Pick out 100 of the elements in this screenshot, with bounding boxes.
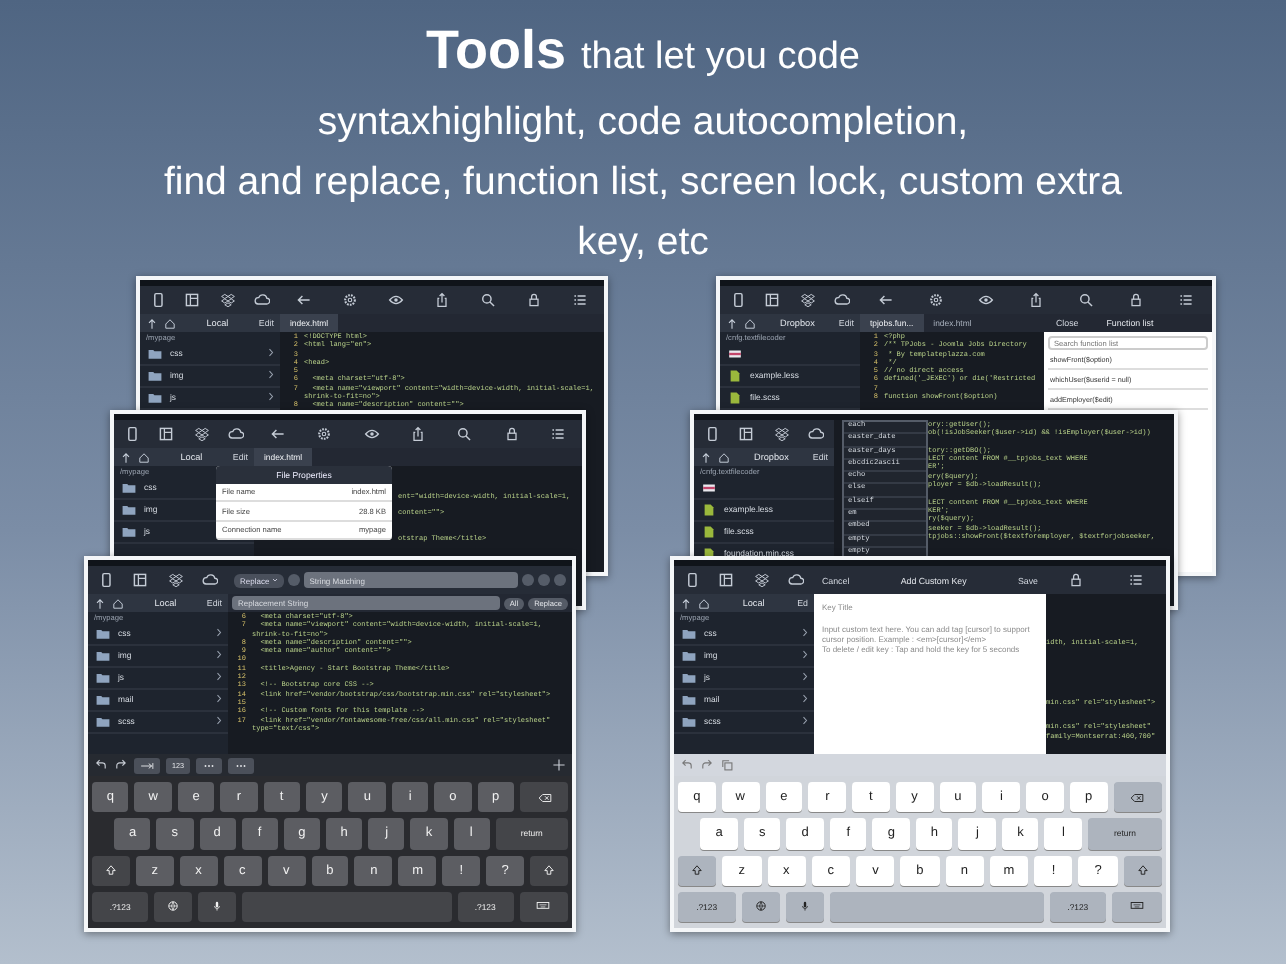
- layout-icon[interactable]: [764, 292, 781, 308]
- headline-line: syntaxhighlight, code autocompletion,: [315, 98, 971, 148]
- lock-icon[interactable]: [526, 292, 543, 308]
- share-icon[interactable]: [1027, 292, 1044, 308]
- up-arrow-icon[interactable]: [726, 317, 738, 329]
- chevron-icon: [268, 370, 274, 380]
- cloud-icon[interactable]: [788, 572, 805, 588]
- chevron-icon: [802, 672, 808, 682]
- home-icon[interactable]: [718, 451, 730, 463]
- lock-icon[interactable]: [503, 426, 520, 442]
- tablet-icon[interactable]: [683, 572, 700, 588]
- cloud-icon[interactable]: [834, 292, 851, 308]
- menu-icon[interactable]: [550, 426, 567, 442]
- symbol-key[interactable]: [228, 757, 254, 773]
- back-arrow-icon[interactable]: [295, 292, 312, 308]
- tab-arrow-icon: [140, 761, 154, 769]
- chevron-icon: [216, 694, 222, 704]
- menu-icon[interactable]: [1128, 572, 1144, 588]
- menu-icon[interactable]: [572, 292, 589, 308]
- back-arrow-icon[interactable]: [269, 426, 286, 442]
- lock-icon[interactable]: [1068, 572, 1084, 588]
- chevron-icon: [268, 392, 274, 402]
- microphone-key[interactable]: [197, 891, 236, 922]
- shift-icon: [1135, 864, 1150, 877]
- chevron-icon: [216, 628, 222, 638]
- cloud-icon[interactable]: [202, 572, 219, 588]
- tablet-icon[interactable]: [97, 572, 114, 588]
- diamonds-icon[interactable]: [753, 572, 770, 588]
- diamonds-icon[interactable]: [167, 572, 184, 588]
- globe-key[interactable]: [741, 891, 780, 922]
- keyboard-icon: [536, 900, 551, 913]
- cloud-icon[interactable]: [254, 292, 271, 308]
- microphone-icon: [797, 900, 812, 913]
- chevron-icon: [802, 694, 808, 704]
- shift-icon: [103, 864, 118, 877]
- shift-key[interactable]: [92, 855, 130, 886]
- settings-icon[interactable]: [316, 426, 333, 442]
- diamonds-icon[interactable]: [799, 292, 816, 308]
- globe-icon: [753, 900, 768, 913]
- delete-key[interactable]: [1113, 782, 1163, 813]
- shift-key[interactable]: [678, 855, 717, 886]
- globe-key[interactable]: [154, 891, 192, 922]
- home-icon[interactable]: [112, 597, 124, 609]
- chevron-icon: [216, 650, 222, 660]
- shift-key[interactable]: [530, 855, 568, 886]
- shift-key[interactable]: [1123, 855, 1162, 886]
- chevron-icon: [802, 716, 808, 726]
- search-icon[interactable]: [456, 426, 473, 442]
- chevron-icon: [216, 672, 222, 682]
- chevron-icon: [802, 650, 808, 660]
- up-arrow-icon[interactable]: [146, 317, 158, 329]
- home-icon[interactable]: [164, 317, 176, 329]
- headline-line: find and replace, function list, screen lock, custom extra: [161, 158, 1125, 208]
- layout-icon[interactable]: [718, 572, 735, 588]
- home-icon[interactable]: [744, 317, 756, 329]
- diamonds-icon[interactable]: [773, 426, 790, 442]
- up-arrow-icon[interactable]: [94, 597, 106, 609]
- layout-icon[interactable]: [158, 426, 175, 442]
- globe-icon: [165, 900, 180, 913]
- menu-icon[interactable]: [1178, 292, 1195, 308]
- eye-icon[interactable]: [363, 426, 380, 442]
- settings-icon[interactable]: [927, 292, 944, 308]
- up-arrow-icon[interactable]: [120, 451, 132, 463]
- add-icon[interactable]: [552, 758, 566, 772]
- share-icon[interactable]: [433, 292, 450, 308]
- symbol-key[interactable]: [196, 757, 222, 773]
- layout-icon[interactable]: [132, 572, 149, 588]
- tab-key[interactable]: [134, 757, 160, 773]
- tablet-icon[interactable]: [703, 426, 720, 442]
- up-arrow-icon[interactable]: [700, 451, 712, 463]
- eye-icon[interactable]: [977, 292, 994, 308]
- search-icon[interactable]: [1078, 292, 1095, 308]
- cloud-icon[interactable]: [228, 426, 245, 442]
- chevron-icon: [268, 348, 274, 358]
- tablet-icon[interactable]: [149, 292, 166, 308]
- delete-key[interactable]: [520, 782, 568, 813]
- settings-icon[interactable]: [341, 292, 358, 308]
- home-icon[interactable]: [138, 451, 150, 463]
- lock-icon[interactable]: [1128, 292, 1145, 308]
- back-arrow-icon[interactable]: [877, 292, 894, 308]
- backspace-icon: [1130, 791, 1145, 804]
- share-icon[interactable]: [409, 426, 426, 442]
- hide-keyboard-key[interactable]: [519, 891, 568, 922]
- shift-icon: [542, 864, 557, 877]
- diamonds-icon[interactable]: [193, 426, 210, 442]
- image-file-icon: [728, 347, 742, 359]
- headline: Tools that let you code: [424, 18, 862, 84]
- layout-icon[interactable]: [184, 292, 201, 308]
- search-icon[interactable]: [480, 292, 497, 308]
- microphone-icon: [209, 900, 224, 913]
- cloud-icon[interactable]: [808, 426, 825, 442]
- home-icon[interactable]: [698, 597, 710, 609]
- diamonds-icon[interactable]: [219, 292, 236, 308]
- layout-icon[interactable]: [738, 426, 755, 442]
- hide-keyboard-key[interactable]: [1112, 891, 1162, 922]
- backspace-icon: [537, 791, 552, 804]
- tablet-icon[interactable]: [729, 292, 746, 308]
- eye-icon[interactable]: [387, 292, 404, 308]
- tablet-icon[interactable]: [123, 426, 140, 442]
- up-arrow-icon[interactable]: [680, 597, 692, 609]
